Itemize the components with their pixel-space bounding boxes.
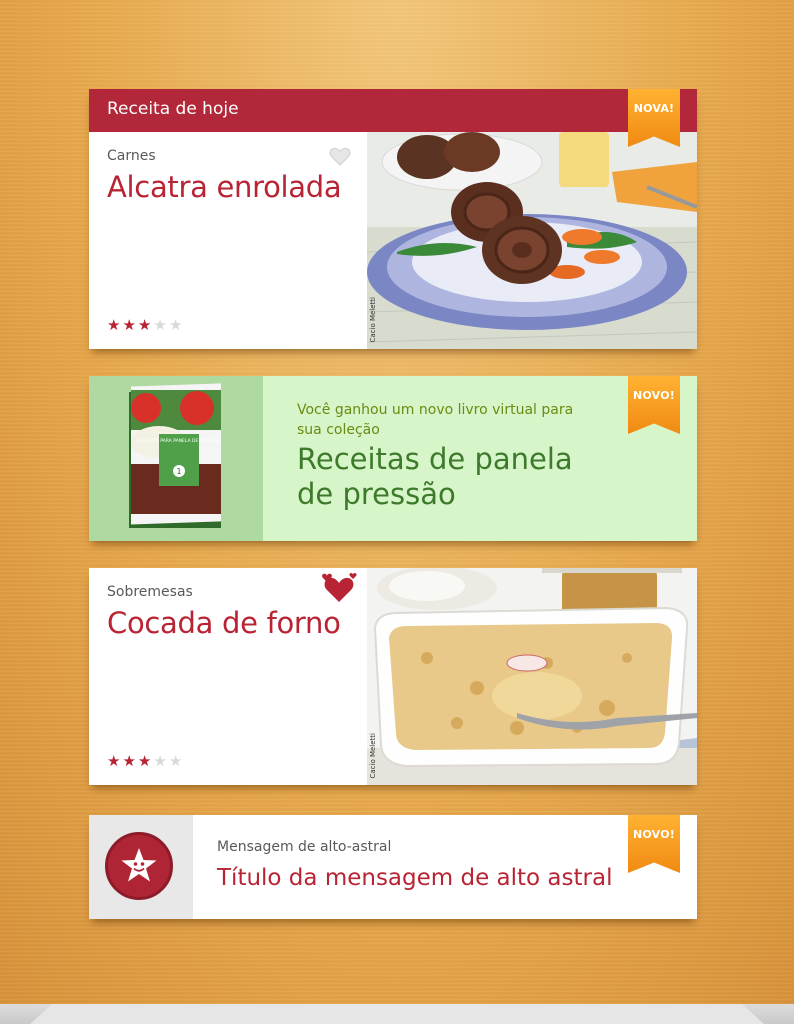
new-badge: NOVO! <box>628 376 680 434</box>
bottom-toolbar-tab <box>30 1004 764 1024</box>
star-icon: ★ <box>168 752 183 770</box>
featured-recipe-card[interactable]: Receita de hoje NOVA! Carnes Alcatra enr… <box>89 89 697 349</box>
star-icon: ★ <box>153 752 167 770</box>
recipe-title[interactable]: Cocada de forno <box>107 606 341 640</box>
photo-credit: Cacio Meletti <box>369 297 377 343</box>
recipe-photo[interactable]: Cacio Meletti <box>367 568 697 785</box>
star-icon: ★ <box>168 316 183 334</box>
star-icon: ★ <box>153 316 167 334</box>
message-icon-area <box>89 815 193 919</box>
rating-stars: ★ ★ ★ ★ ★ <box>107 754 182 769</box>
star-icon: ★ <box>122 752 136 770</box>
message-card[interactable]: NOVO! Mensagem de alto-astral Título da … <box>89 815 697 919</box>
book-card[interactable]: NOVO! RECEITAS PARA PANELA DE PRESSÃO 1 … <box>89 376 697 541</box>
message-title[interactable]: Título da mensagem de alto astral <box>217 865 612 891</box>
book-title[interactable]: Receitas de panela de pressão <box>297 442 597 512</box>
recipe-card-dessert[interactable]: Sobremesas Cocada de forno ★ ★ ★ ★ ★ Cac… <box>89 568 697 785</box>
star-icon: ★ <box>137 752 152 770</box>
book-subtitle: Você ganhou um novo livro virtual para s… <box>297 402 574 438</box>
bottom-toolbar <box>0 1004 794 1024</box>
recipe-title[interactable]: Alcatra enrolada <box>107 170 342 204</box>
heart-outline-icon[interactable] <box>329 147 351 166</box>
photo-credit: Cacio Meletti <box>369 733 377 779</box>
recipe-category: Carnes <box>107 148 156 164</box>
recipe-photo[interactable]: Cacio Meletti <box>367 132 697 349</box>
rating-stars: ★ ★ ★ ★ ★ <box>107 318 182 333</box>
star-icon: ★ <box>107 316 121 334</box>
hearts-icon[interactable] <box>321 572 357 604</box>
star-icon: ★ <box>107 752 121 770</box>
message-subtitle: Mensagem de alto-astral <box>217 839 392 855</box>
book-cover-label: RECEITAS PARA PANELA DE PRESSÃO <box>137 437 221 444</box>
star-icon: ★ <box>137 316 152 334</box>
featured-header: Receita de hoje <box>89 89 697 132</box>
book-cover-area: RECEITAS PARA PANELA DE PRESSÃO 1 <box>89 376 263 541</box>
new-badge: NOVO! <box>628 815 680 873</box>
recipe-category: Sobremesas <box>107 584 193 600</box>
beef-roll-plate-image <box>367 132 697 349</box>
book-cover-number: 1 <box>176 467 181 476</box>
smiley-star-icon <box>105 832 173 900</box>
star-icon: ★ <box>122 316 136 334</box>
book-cover-image: RECEITAS PARA PANELA DE PRESSÃO 1 <box>129 383 221 528</box>
coconut-dessert-image <box>367 568 697 785</box>
